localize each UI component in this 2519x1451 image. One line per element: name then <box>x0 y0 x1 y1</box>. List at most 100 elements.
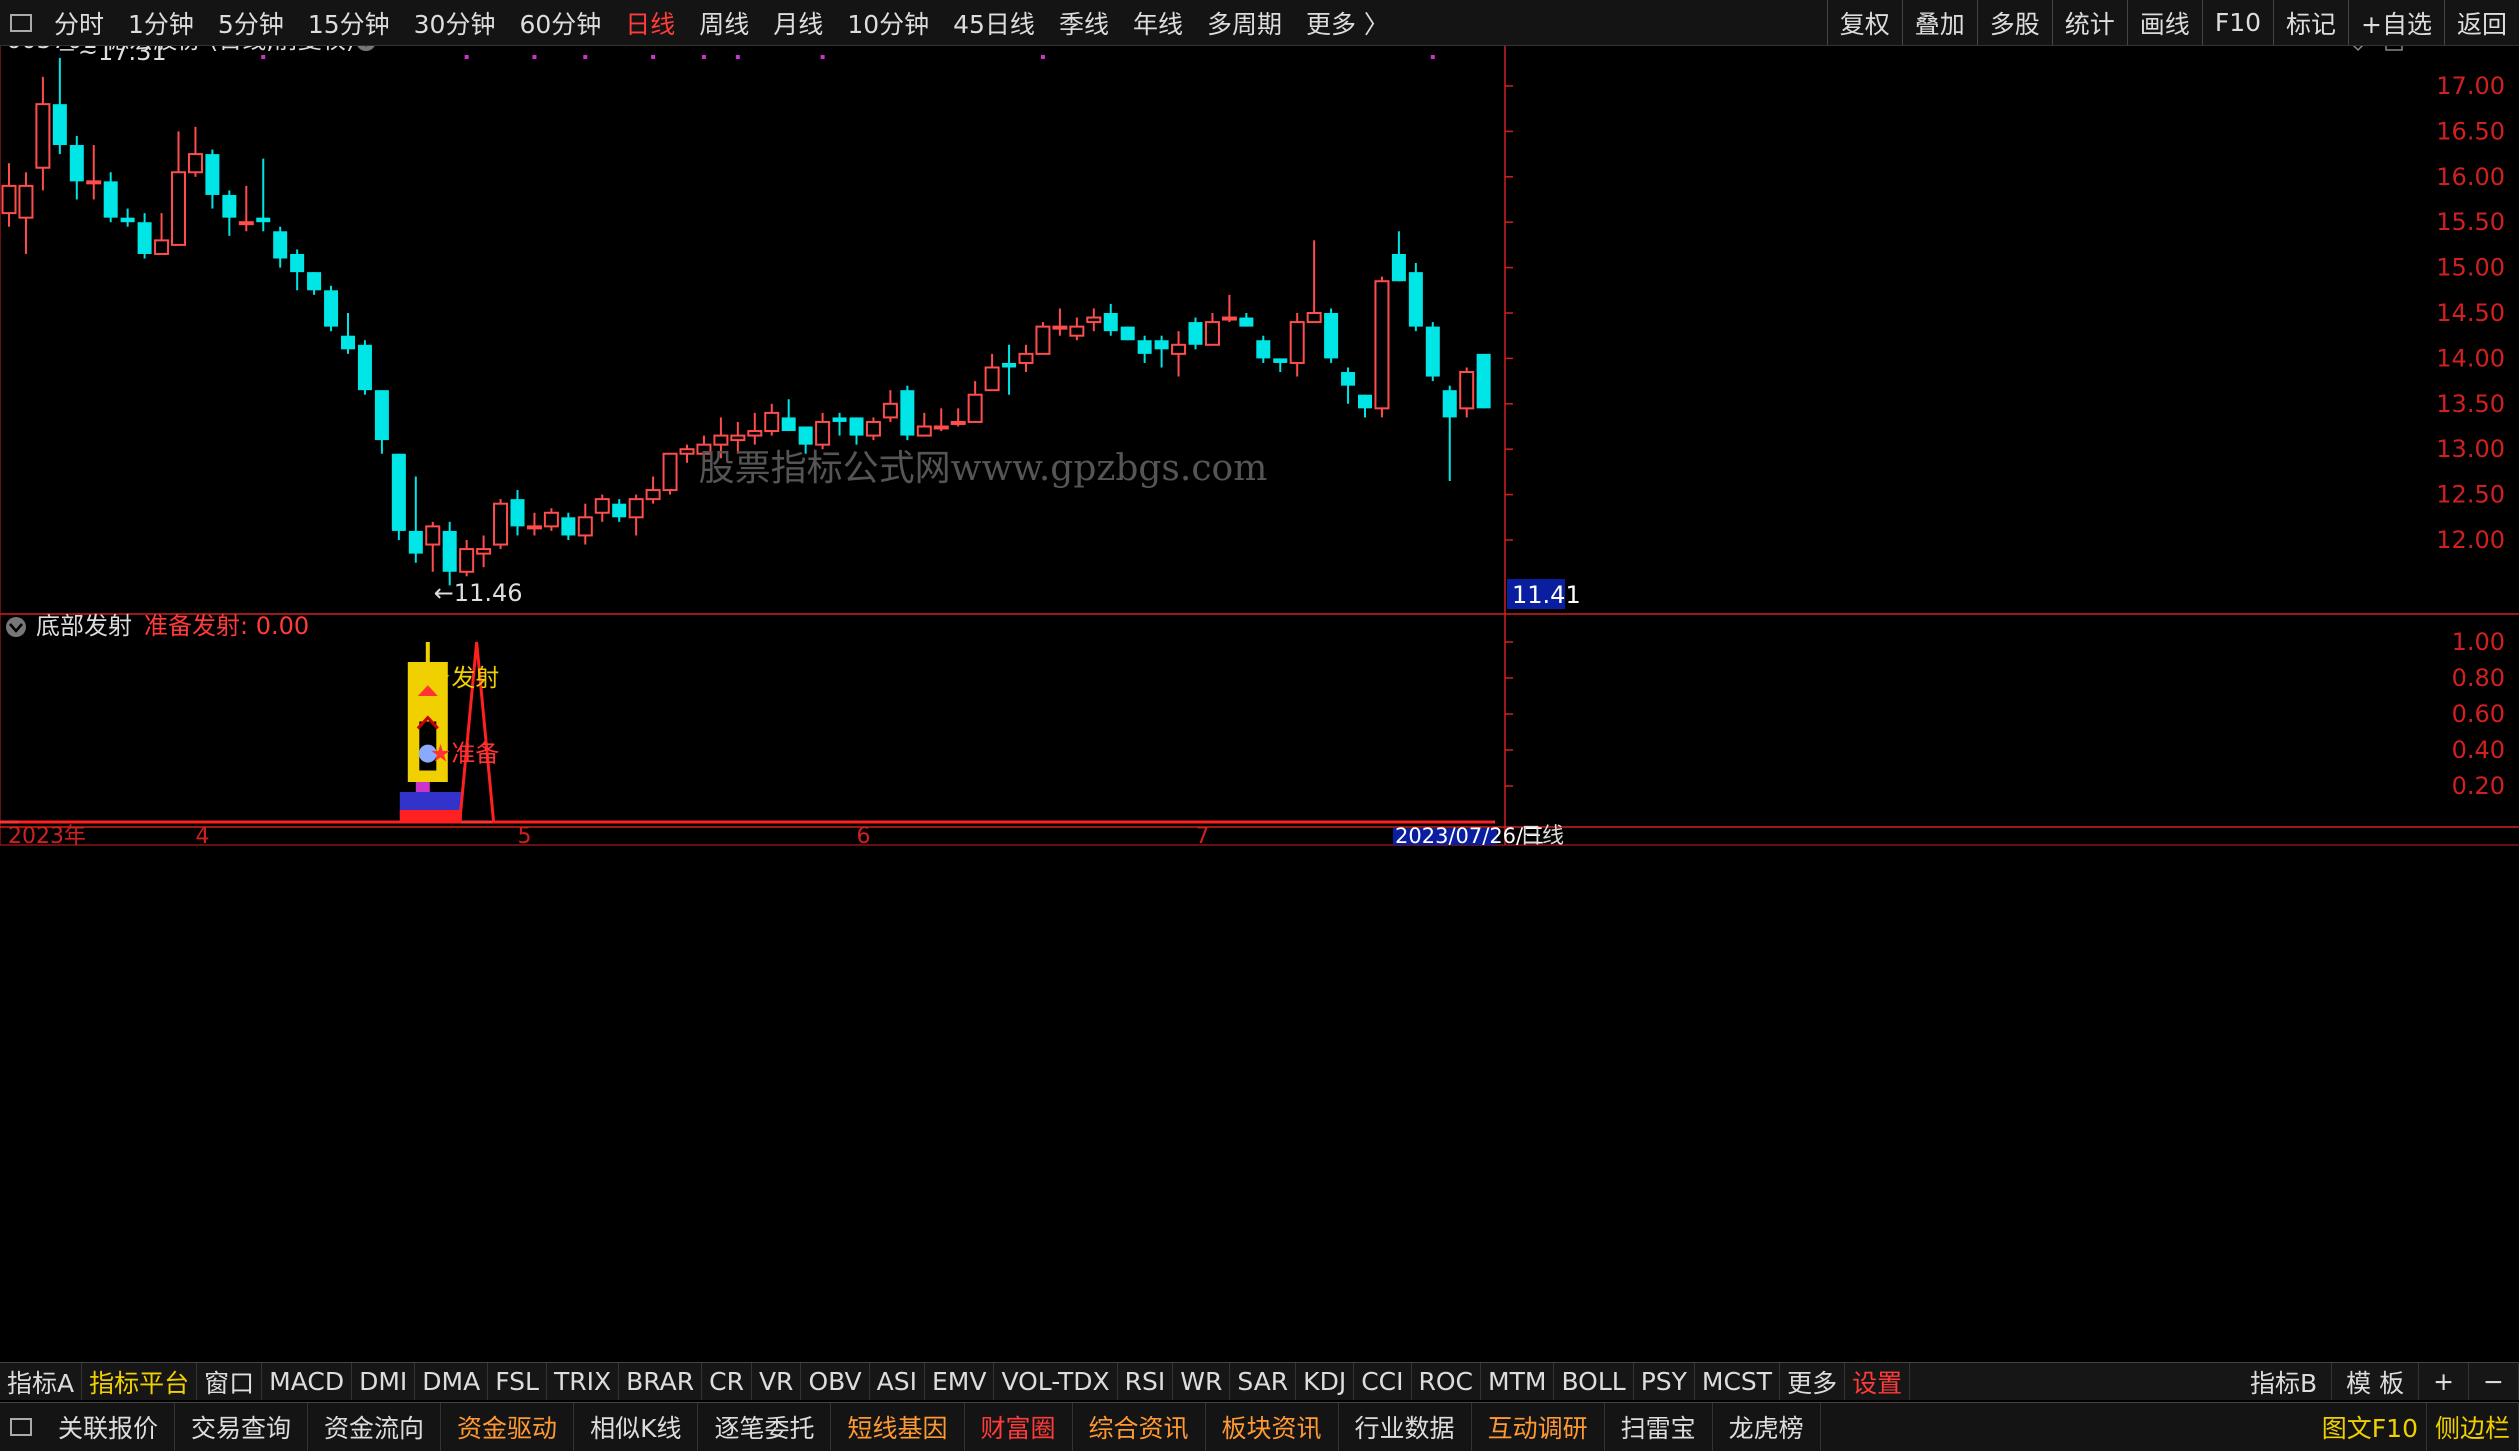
toolbar-button-自选[interactable]: +自选 <box>2348 0 2444 45</box>
toolbar-button-统计[interactable]: 统计 <box>2051 0 2127 45</box>
indicator-tab-boll[interactable]: BOLL <box>1554 1363 1634 1400</box>
candle-body <box>1324 313 1339 359</box>
indicator-tab-mcst[interactable]: MCST <box>1695 1363 1781 1400</box>
candle-body <box>984 366 1000 392</box>
tab-1分钟[interactable]: 1分钟 <box>128 5 194 41</box>
toolbar-button-画线[interactable]: 画线 <box>2126 0 2202 45</box>
bottom-button-财富圈[interactable]: 财富圈 <box>965 1403 1073 1451</box>
tab-5分钟[interactable]: 5分钟 <box>218 5 284 41</box>
indicator-tab-vol-tdx[interactable]: VOL-TDX <box>994 1363 1118 1400</box>
candle <box>645 476 661 504</box>
tab-10分钟[interactable]: 10分钟 <box>847 5 929 41</box>
tab-分时[interactable]: 分时 <box>54 5 104 41</box>
candle <box>950 408 966 427</box>
indicator-tab-窗口[interactable]: 窗口 <box>197 1363 263 1400</box>
bottom-button-逐笔委托[interactable]: 逐笔委托 <box>698 1403 832 1451</box>
indicator-tab-sar[interactable]: SAR <box>1230 1363 1297 1400</box>
indicator-tab-fsl[interactable]: FSL <box>488 1363 547 1400</box>
candle-body <box>1086 316 1102 324</box>
candle-body <box>476 548 492 555</box>
indicator-tab-vr[interactable]: VR <box>752 1363 802 1400</box>
window-icon[interactable] <box>2385 46 2403 51</box>
bottom-right-图文f10[interactable]: 图文F10 <box>2314 1403 2427 1451</box>
indicator-tab-brar[interactable]: BRAR <box>619 1363 703 1400</box>
indicator-tab-指标a[interactable]: 指标A <box>0 1363 83 1400</box>
bottom-button-综合资讯[interactable]: 综合资讯 <box>1073 1403 1206 1451</box>
indicator-tab-asi[interactable]: ASI <box>870 1363 925 1400</box>
indicator-right-minus[interactable]: − <box>2469 1363 2519 1400</box>
indicator-tab-dma[interactable]: DMA <box>415 1363 489 1400</box>
indicator-tab-trix[interactable]: TRIX <box>547 1363 620 1400</box>
indicator-tab-emv[interactable]: EMV <box>925 1363 995 1400</box>
candle <box>1221 294 1237 323</box>
candle <box>832 412 847 436</box>
diamond-icon[interactable] <box>2350 46 2366 52</box>
bottom-button-资金驱动[interactable]: 资金驱动 <box>441 1403 575 1451</box>
menu-icon[interactable] <box>10 1418 32 1436</box>
indicator-tab-obv[interactable]: OBV <box>801 1363 870 1400</box>
indicator-tab-指标平台[interactable]: 指标平台 <box>82 1363 198 1400</box>
indicator-right-模-板[interactable]: 模 板 <box>2332 1363 2420 1400</box>
price-tick-label: 14.00 <box>2436 344 2505 372</box>
indicator-tab-设置[interactable]: 设置 <box>1845 1363 1911 1400</box>
menu-icon[interactable] <box>10 13 32 32</box>
signal-dot <box>464 55 469 59</box>
tab-45日线[interactable]: 45日线 <box>953 5 1035 41</box>
bottom-button-龙虎榜[interactable]: 龙虎榜 <box>1713 1403 1821 1451</box>
bottom-button-扫雷宝[interactable]: 扫雷宝 <box>1605 1403 1713 1451</box>
tab-15分钟[interactable]: 15分钟 <box>308 5 390 41</box>
toolbar-button-多股[interactable]: 多股 <box>1976 0 2052 45</box>
indicator-tab-roc[interactable]: ROC <box>1412 1363 1482 1400</box>
candle-body <box>1239 317 1254 327</box>
bottom-button-相似k线[interactable]: 相似K线 <box>574 1403 699 1451</box>
candle <box>1120 326 1135 341</box>
candle <box>1358 394 1372 418</box>
bottom-button-行业数据[interactable]: 行业数据 <box>1339 1403 1472 1451</box>
tab-30分钟[interactable]: 30分钟 <box>414 5 496 41</box>
toolbar-button-f10[interactable]: F10 <box>2201 0 2273 45</box>
indicator-tab-cci[interactable]: CCI <box>1354 1363 1412 1400</box>
indicator-tab-macd[interactable]: MACD <box>262 1363 353 1400</box>
candle <box>1391 231 1406 282</box>
toolbar-button-复权[interactable]: 复权 <box>1826 0 1902 45</box>
tab-月线[interactable]: 月线 <box>773 5 823 41</box>
bottom-right-侧边栏[interactable]: 侧边栏 <box>2427 1403 2519 1451</box>
indicator-tab-dmi[interactable]: DMI <box>352 1363 416 1400</box>
toolbar-button-返回[interactable]: 返回 <box>2443 0 2519 45</box>
toolbar-button-叠加[interactable]: 叠加 <box>1901 0 1977 45</box>
bottom-button-资金流向[interactable]: 资金流向 <box>308 1403 442 1451</box>
toolbar-button-标记[interactable]: 标记 <box>2273 0 2348 45</box>
indicator-tab-kdj[interactable]: KDJ <box>1296 1363 1355 1400</box>
indicator-tabs-bar: 指标A 指标平台 窗口 MACD DMI DMA FSL TRIX BRAR CR VR OBV ASI… <box>0 1362 2519 1400</box>
candle-body <box>120 217 135 223</box>
candle-body <box>1035 325 1051 355</box>
candle <box>1408 263 1423 332</box>
candle-body <box>137 222 152 254</box>
bottom-button-板块资讯[interactable]: 板块资讯 <box>1206 1403 1339 1451</box>
indicator-tab-cr[interactable]: CR <box>702 1363 752 1400</box>
tab-周线[interactable]: 周线 <box>699 5 749 41</box>
indicator-tab-rsi[interactable]: RSI <box>1118 1363 1174 1400</box>
kline-chart[interactable]: ★发射 ★准备 17.00 16.50 16.00 15.50 15.00 14.50 14.… <box>0 46 2519 1362</box>
bottom-button-短线基因[interactable]: 短线基因 <box>831 1403 965 1451</box>
tab-60分钟[interactable]: 60分钟 <box>519 5 601 41</box>
indicator-right-plus[interactable]: + <box>2419 1363 2470 1400</box>
indicator-tab-psy[interactable]: PSY <box>1634 1363 1695 1400</box>
indicator-right-指标b[interactable]: 指标B <box>2236 1363 2333 1400</box>
tab-日线[interactable]: 日线 <box>625 5 675 41</box>
candle-body <box>290 253 305 273</box>
indicator-tab-wr[interactable]: WR <box>1173 1363 1231 1400</box>
bottom-button-交易查询[interactable]: 交易查询 <box>175 1403 309 1451</box>
bottom-button-关联报价[interactable]: 关联报价 <box>42 1403 176 1451</box>
indicator-tab-更多[interactable]: 更多 <box>1780 1363 1846 1400</box>
bottom-button-互动调研[interactable]: 互动调研 <box>1472 1403 1605 1451</box>
tab-季线[interactable]: 季线 <box>1059 5 1109 41</box>
tab-更多[interactable]: 更多 〉 <box>1306 5 1389 41</box>
tab-多周期[interactable]: 多周期 <box>1207 5 1282 41</box>
candle <box>1256 335 1271 363</box>
chevron-down-icon[interactable] <box>6 617 26 637</box>
candle-body <box>1358 394 1372 409</box>
tab-年线[interactable]: 年线 <box>1133 5 1183 41</box>
indicator-tab-mtm[interactable]: MTM <box>1481 1363 1555 1400</box>
candle-body <box>679 448 695 455</box>
